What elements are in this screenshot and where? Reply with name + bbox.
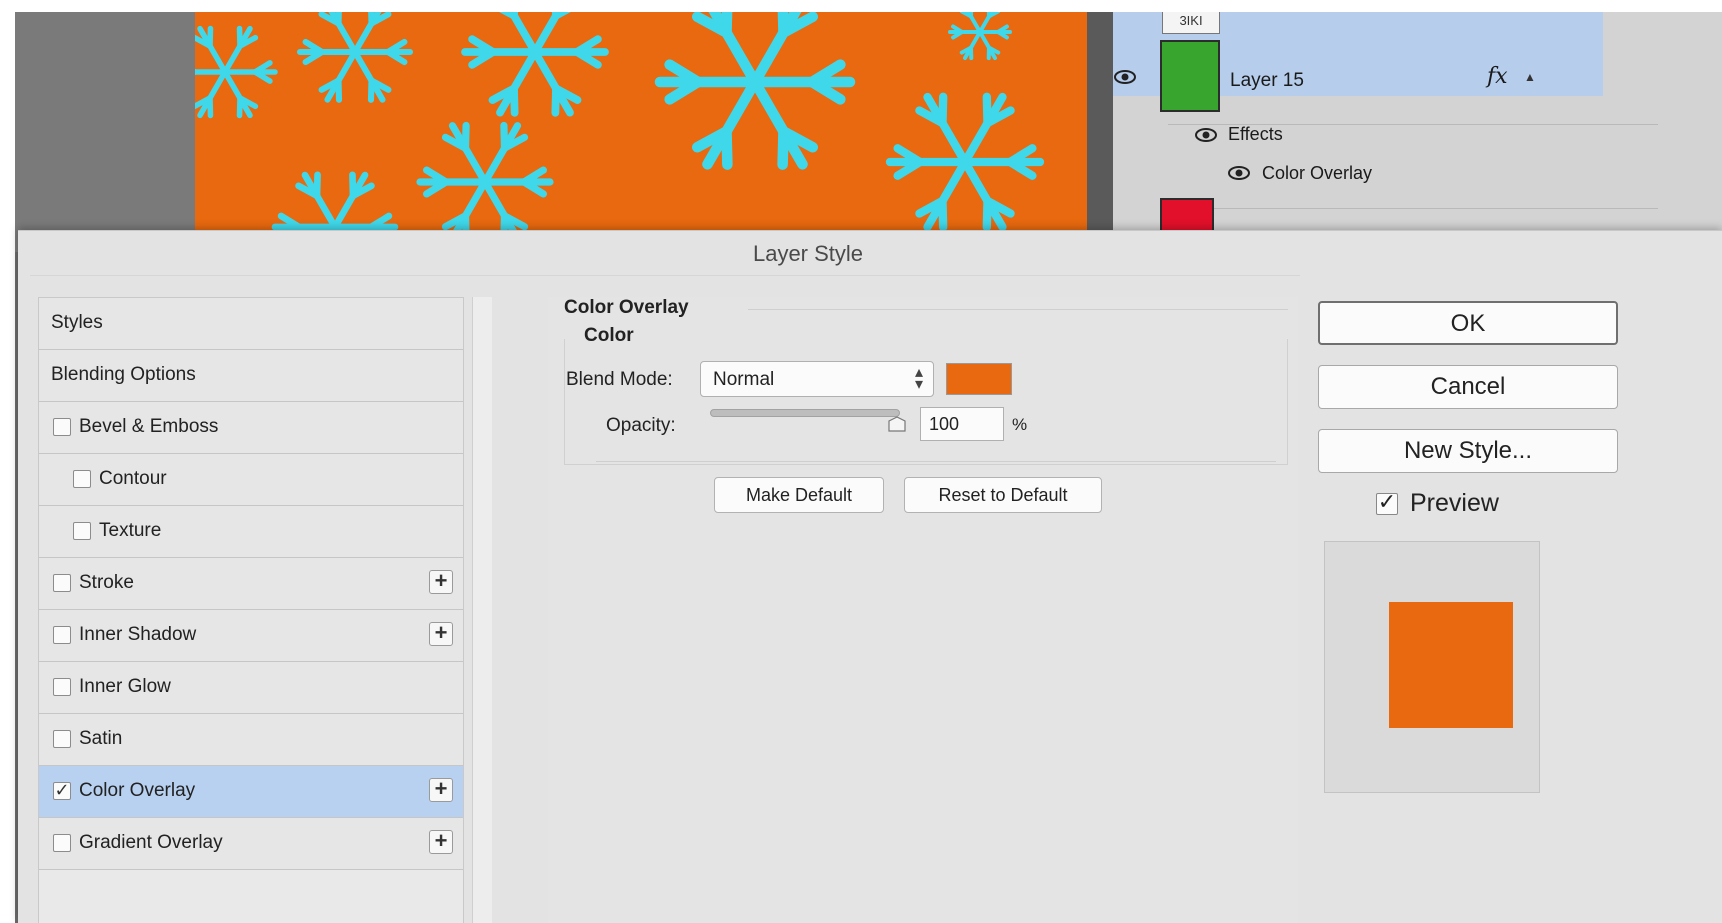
style-item-satin[interactable]: Satin (39, 714, 463, 766)
effects-label[interactable]: Effects (1228, 124, 1283, 145)
title-separator (30, 275, 1300, 276)
opacity-unit: % (1012, 415, 1028, 434)
style-item-label: Color Overlay (79, 780, 196, 801)
snowflake-icon (654, 12, 856, 170)
layer-style-dialog: Layer Style Styles Blending Options Bevel … (18, 230, 1722, 923)
style-item-contour[interactable]: Contour (39, 454, 463, 506)
style-item-inner-shadow[interactable]: Inner Shadow + (39, 610, 463, 662)
snowflake-icon (885, 92, 1045, 232)
settings-separator (596, 461, 1276, 462)
style-list: Styles Blending Options Bevel & Emboss Cont… (38, 297, 464, 923)
style-checkbox[interactable] (53, 834, 71, 852)
style-checkbox[interactable] (53, 678, 71, 696)
layer-name[interactable]: Layer 15 (1230, 70, 1304, 92)
canvas-edge (1087, 12, 1113, 252)
snowflake-icon (948, 12, 1012, 61)
style-list-scrollbar[interactable] (472, 297, 492, 923)
blend-mode-label: Blend Mode: (566, 369, 673, 390)
workspace-background (15, 12, 195, 252)
add-effect-icon[interactable]: + (429, 778, 453, 802)
preview-label: Preview (1410, 489, 1499, 517)
reset-to-default-button[interactable]: Reset to Default (904, 477, 1102, 513)
scroll-up-icon[interactable]: ▲ (1524, 70, 1536, 84)
opacity-label: Opacity: (606, 415, 676, 436)
style-checkbox[interactable] (73, 470, 91, 488)
style-item-label: Gradient Overlay (79, 832, 223, 853)
style-checkbox[interactable] (53, 418, 71, 436)
fx-icon[interactable]: fx (1487, 64, 1508, 89)
style-item-texture[interactable]: Texture (39, 506, 463, 558)
preview-frame (1324, 541, 1540, 793)
layer-thumbnail[interactable] (1160, 40, 1220, 112)
new-style-button[interactable]: New Style... (1318, 429, 1618, 473)
add-effect-icon[interactable]: + (429, 570, 453, 594)
subgroup-frame (564, 339, 1288, 465)
layer-separator (1168, 208, 1658, 209)
snowflake-icon (296, 12, 414, 103)
style-item-inner-glow[interactable]: Inner Glow (39, 662, 463, 714)
style-item-label: Bevel & Emboss (79, 416, 219, 437)
style-checkbox[interactable] (53, 626, 71, 644)
style-checkbox[interactable] (73, 522, 91, 540)
document-canvas[interactable] (195, 12, 1087, 252)
dialog-actions: OK Cancel New Style... ✓ Preview (1318, 297, 1722, 923)
overlay-color-swatch[interactable] (946, 363, 1012, 395)
style-item-stroke[interactable]: Stroke + (39, 558, 463, 610)
style-item-label: Inner Shadow (79, 624, 197, 645)
style-checkbox[interactable]: ✓ (53, 781, 71, 800)
make-default-button[interactable]: Make Default (714, 477, 884, 513)
cancel-button[interactable]: Cancel (1318, 365, 1618, 409)
opacity-slider[interactable] (710, 409, 906, 432)
settings-panel: Color Overlay Color Blend Mode: Normal ▴… (548, 297, 1298, 923)
snowflake-icon (195, 25, 278, 119)
style-item-blending-options[interactable]: Blending Options (39, 350, 463, 402)
style-item-bevel-emboss[interactable]: Bevel & Emboss (39, 402, 463, 454)
snowflake-icon (416, 121, 554, 243)
style-checkbox[interactable] (53, 730, 71, 748)
style-item-label: Styles (51, 312, 103, 333)
group-title: Color Overlay (564, 297, 689, 318)
style-item-label: Contour (99, 468, 167, 489)
eye-icon[interactable] (1228, 166, 1250, 180)
snowflake-icon (461, 12, 609, 117)
blend-mode-select[interactable]: Normal ▴ ▾ (700, 361, 934, 397)
style-item-label: Blending Options (51, 364, 196, 385)
layer-thumbnail-top[interactable]: 3IKI (1162, 12, 1220, 34)
ok-button[interactable]: OK (1318, 301, 1618, 345)
select-arrows-icon: ▴ ▾ (914, 364, 923, 393)
opacity-input[interactable]: 100 (920, 407, 1004, 441)
eye-icon[interactable] (1114, 70, 1136, 84)
style-item-color-overlay[interactable]: ✓ Color Overlay + (39, 766, 463, 818)
slider-thumb-icon[interactable] (887, 416, 907, 432)
style-item-label: Satin (79, 728, 123, 749)
style-item-label: Inner Glow (79, 676, 171, 697)
style-item-label: Texture (99, 520, 162, 541)
dialog-title: Layer Style (752, 241, 864, 266)
add-effect-icon[interactable]: + (429, 830, 453, 854)
blend-mode-value: Normal (713, 369, 775, 390)
snowflake-pattern (195, 12, 1045, 252)
effect-name[interactable]: Color Overlay (1262, 163, 1372, 184)
style-item-gradient-overlay[interactable]: Gradient Overlay + (39, 818, 463, 870)
preview-checkbox[interactable]: ✓ (1376, 491, 1398, 515)
style-item-label: Stroke (79, 572, 134, 593)
style-checkbox[interactable] (53, 574, 71, 592)
style-item-styles[interactable]: Styles (39, 298, 463, 350)
preview-swatch (1389, 602, 1513, 728)
add-effect-icon[interactable]: + (429, 622, 453, 646)
group-divider (748, 309, 1288, 310)
eye-icon[interactable] (1195, 128, 1217, 142)
